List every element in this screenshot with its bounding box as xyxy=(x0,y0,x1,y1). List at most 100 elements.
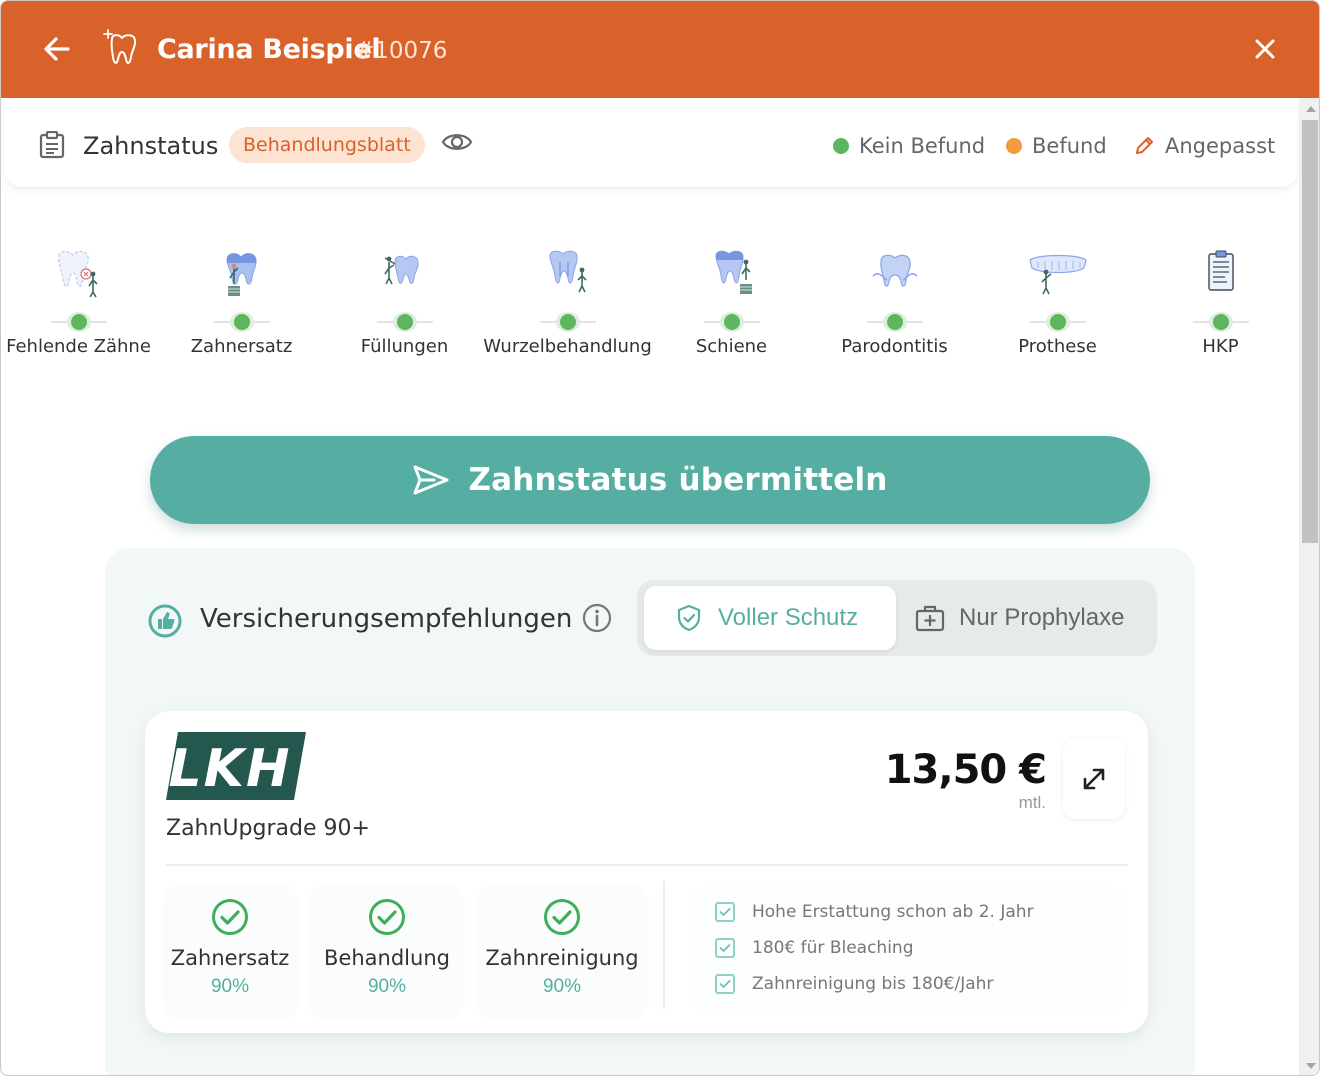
category-wurzelbehandlung[interactable]: Wurzelbehandlung xyxy=(483,248,652,357)
category-prothese[interactable]: Prothese xyxy=(976,248,1139,357)
green-dot-icon xyxy=(1212,314,1229,330)
feature-item: Zahnreinigung bis 180€/Jahr xyxy=(715,974,993,994)
coverage-name: Behandlung xyxy=(324,946,450,970)
lkh-logo-text: LKH xyxy=(169,739,292,799)
card-divider xyxy=(166,864,1128,866)
orange-dot-icon xyxy=(1006,138,1022,154)
send-icon xyxy=(413,465,449,495)
expand-icon xyxy=(1083,768,1105,790)
coverage-behandlung: Behandlung 90% xyxy=(312,886,462,1016)
info-icon xyxy=(582,603,612,633)
category-hkp[interactable]: HKP xyxy=(1139,248,1299,357)
status-indicator xyxy=(1029,312,1086,332)
check-circle-icon xyxy=(544,899,580,935)
coverage-zahnreinigung: Zahnreinigung 90% xyxy=(478,886,646,1016)
nur-prophylaxe-label: Nur Prophylaxe xyxy=(959,604,1125,631)
eye-icon xyxy=(441,134,473,150)
submit-label: Zahnstatus übermitteln xyxy=(468,462,888,498)
expand-plan-button[interactable] xyxy=(1063,739,1125,819)
green-dot-icon xyxy=(396,314,413,330)
feature-text: Hohe Erstattung schon ab 2. Jahr xyxy=(752,902,1034,922)
price-unit: mtl. xyxy=(1018,793,1046,812)
clipboard-icon xyxy=(39,131,65,159)
status-indicator xyxy=(539,312,596,332)
missing-tooth-icon xyxy=(57,250,98,298)
status-indicator xyxy=(703,312,760,332)
patient-name: Carina Beispiel xyxy=(157,34,381,65)
close-button[interactable] xyxy=(1247,31,1283,67)
main-content: Zahnstatus Behandlungsblatt Kein Befund … xyxy=(1,98,1299,1075)
check-circle-icon xyxy=(212,899,248,935)
vertical-divider xyxy=(663,881,665,1009)
title-bar: Carina Beispiel #10076 xyxy=(1,1,1319,98)
coverage-name: Zahnreinigung xyxy=(485,946,639,970)
coverage-zahnersatz: Zahnersatz 90% xyxy=(165,886,295,1016)
category-fuellungen[interactable]: Füllungen xyxy=(323,248,486,357)
category-label: Prothese xyxy=(1018,336,1097,357)
category-label: Zahnersatz xyxy=(190,336,293,357)
coverage-toggle: Voller Schutz Nur Prophylaxe xyxy=(637,580,1157,656)
back-button[interactable] xyxy=(39,31,75,67)
category-label: Wurzelbehandlung xyxy=(483,336,652,357)
close-icon xyxy=(1255,39,1275,59)
scroll-thumb[interactable] xyxy=(1302,120,1318,543)
green-dot-icon xyxy=(886,314,903,330)
category-zahnersatz[interactable]: Zahnersatz xyxy=(160,248,323,357)
legend-label: Angepasst xyxy=(1165,134,1276,158)
plan-price: 13,50 € xyxy=(884,747,1047,793)
category-fehlende-zaehne[interactable]: Fehlende Zähne xyxy=(1,248,160,357)
legend-befund: Befund xyxy=(1006,134,1107,158)
feature-text: Zahnreinigung bis 180€/Jahr xyxy=(752,974,994,994)
vertical-scrollbar[interactable] xyxy=(1299,98,1319,1075)
scroll-down-arrow-icon[interactable] xyxy=(1306,1063,1316,1069)
status-indicator xyxy=(50,312,107,332)
feature-item: 180€ für Bleaching xyxy=(715,938,914,958)
category-label: Schiene xyxy=(695,336,768,357)
thumbs-up-circle-icon xyxy=(148,604,182,638)
behandlungsblatt-badge[interactable]: Behandlungsblatt xyxy=(229,127,425,163)
submit-zahnstatus-button[interactable]: Zahnstatus übermitteln xyxy=(150,436,1150,524)
medical-kit-icon xyxy=(915,605,945,632)
info-button[interactable] xyxy=(581,602,613,639)
patient-id: #10076 xyxy=(355,38,448,64)
check-circle-icon xyxy=(369,899,405,935)
app-window: Carina Beispiel #10076 Zahnstatus Behand… xyxy=(0,0,1320,1076)
green-dot-icon xyxy=(833,138,849,154)
voller-schutz-label: Voller Schutz xyxy=(718,604,859,631)
green-dot-icon xyxy=(723,314,740,330)
splint-icon xyxy=(714,250,752,294)
status-indicator xyxy=(376,312,433,332)
insurance-title: Versicherungsempfehlungen xyxy=(200,604,573,634)
category-label: Parodontitis xyxy=(841,336,948,357)
dental-crown-icon xyxy=(225,253,257,296)
status-indicator xyxy=(866,312,923,332)
lkh-logo: LKH xyxy=(166,732,306,800)
category-strip: Fehlende Zähne Zahnersatz Füllungen Wurz… xyxy=(1,248,1299,368)
legend-label: Befund xyxy=(1032,134,1107,158)
preview-button[interactable] xyxy=(441,130,473,159)
category-label: HKP xyxy=(1202,336,1239,357)
clipboard-document-icon xyxy=(1207,250,1234,291)
status-indicator xyxy=(213,312,270,332)
root-canal-icon xyxy=(548,250,587,293)
category-parodontitis[interactable]: Parodontitis xyxy=(813,248,976,357)
coverage-name: Zahnersatz xyxy=(170,946,290,970)
insurance-plan-card: LKH ZahnUpgrade 90+ 13,50 € mtl. Zahners… xyxy=(145,711,1148,1033)
arrow-left-icon xyxy=(44,37,70,61)
coverage-percent: 90% xyxy=(542,976,582,997)
coverage-percent: 90% xyxy=(367,976,407,997)
pencil-icon xyxy=(1136,137,1153,154)
scroll-up-arrow-icon[interactable] xyxy=(1306,106,1316,112)
category-schiene[interactable]: Schiene xyxy=(650,248,813,357)
nur-prophylaxe-option[interactable]: Nur Prophylaxe xyxy=(909,586,1124,650)
coverage-percent: 90% xyxy=(210,976,250,997)
legend-label: Kein Befund xyxy=(859,134,986,158)
voller-schutz-option[interactable]: Voller Schutz xyxy=(644,586,896,650)
feature-text: 180€ für Bleaching xyxy=(752,938,914,958)
plan-features: Hohe Erstattung schon ab 2. Jahr 180€ fü… xyxy=(693,886,1123,1016)
feature-item: Hohe Erstattung schon ab 2. Jahr xyxy=(715,902,1034,922)
tooth-logo-icon xyxy=(103,29,137,64)
shield-check-icon xyxy=(677,604,701,632)
checkbox-icon xyxy=(715,902,735,922)
green-dot-icon xyxy=(233,314,250,330)
